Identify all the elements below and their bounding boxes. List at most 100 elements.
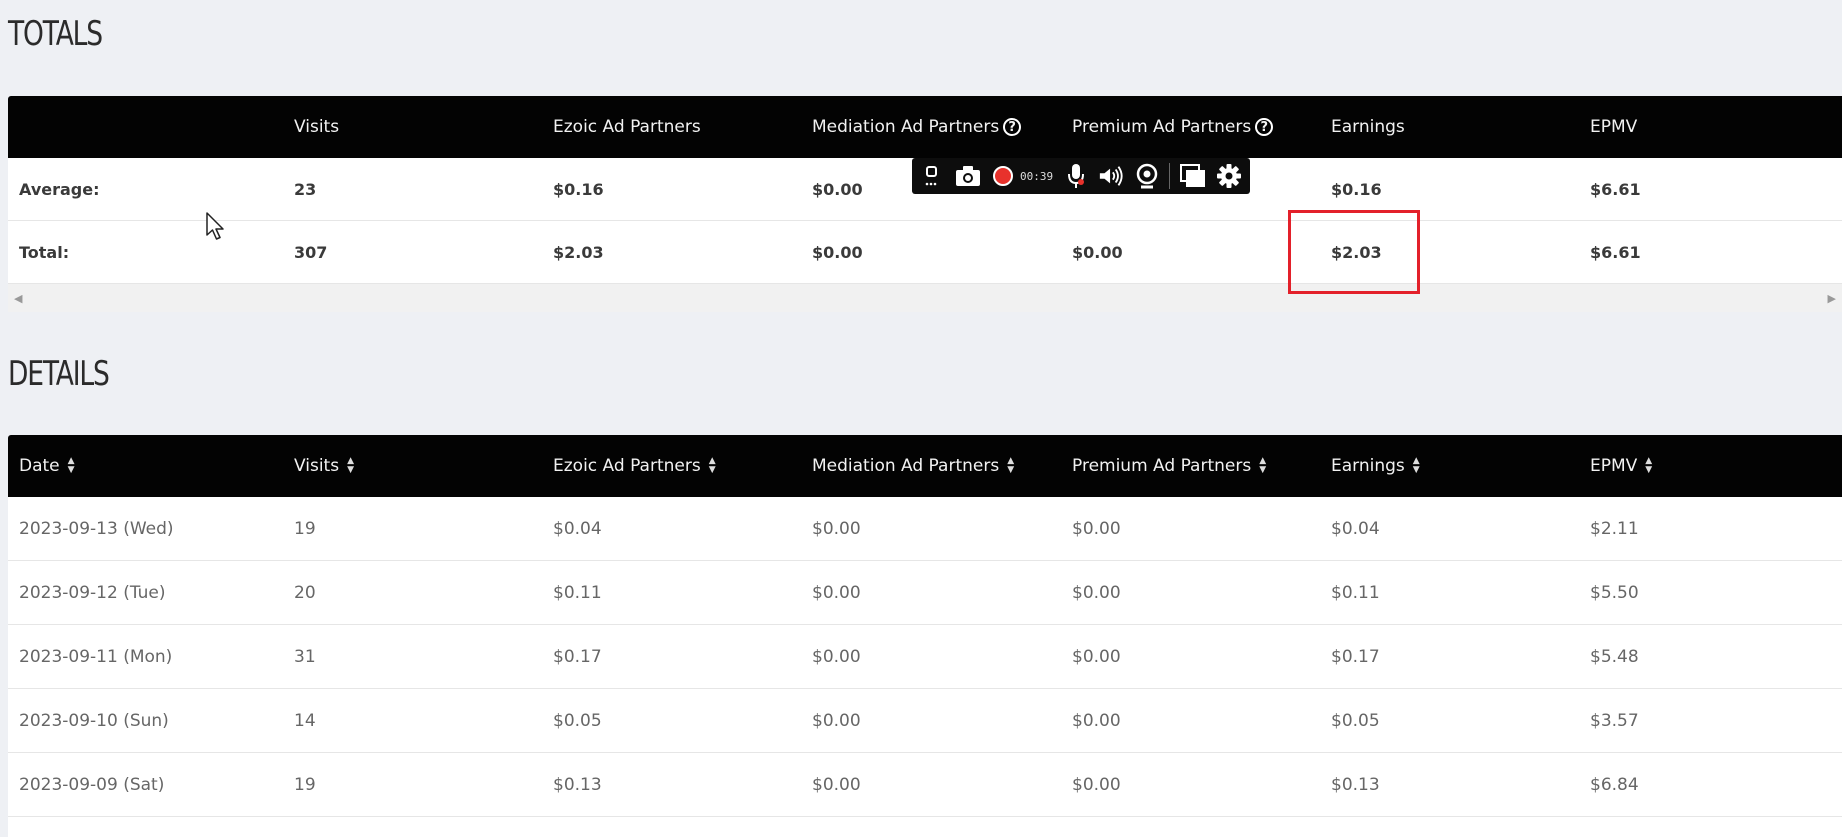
details-header-label: Ezoic Ad Partners xyxy=(553,456,701,476)
sort-icon[interactable]: ▲ ▼ xyxy=(709,457,716,475)
record-icon[interactable] xyxy=(991,163,1016,189)
table-cell: $0.00 xyxy=(1072,518,1121,539)
table-row: 2023-09-11 (Mon) 31 $0.17 $0.00 $0.00 $0… xyxy=(8,625,1842,689)
table-cell: $6.84 xyxy=(1590,774,1639,795)
details-header-label: EPMV xyxy=(1590,456,1638,476)
totals-header-ezoic: Ezoic Ad Partners xyxy=(553,117,701,137)
table-cell: $0.00 xyxy=(812,518,861,539)
totals-row-total: Total: 307 $2.03 $0.00 $0.00 $2.03 $6.61 xyxy=(8,221,1842,284)
details-header-label: Visits xyxy=(294,456,340,476)
table-cell: $0.11 xyxy=(1331,582,1380,603)
table-cell: 14 xyxy=(294,710,316,731)
table-cell: 20 xyxy=(294,582,316,603)
webcam-icon[interactable] xyxy=(1134,163,1159,189)
table-row: 2023-09-09 (Sat) 19 $0.13 $0.00 $0.00 $0… xyxy=(8,753,1842,817)
table-cell: $0.00 xyxy=(812,710,861,731)
sort-icon[interactable]: ▲ ▼ xyxy=(347,457,354,475)
table-cell: $0.05 xyxy=(1331,710,1380,731)
horizontal-scrollbar[interactable]: ◀ ▶ xyxy=(8,284,1842,312)
table-cell: $3.57 xyxy=(1590,710,1639,731)
details-header-label: Earnings xyxy=(1331,456,1405,476)
totals-header-earnings: Earnings xyxy=(1331,117,1405,137)
table-cell: $0.00 xyxy=(1072,646,1121,667)
details-header-mediation[interactable]: Mediation Ad Partners ▲ ▼ xyxy=(812,435,1014,497)
details-header-label: Mediation Ad Partners xyxy=(812,456,1000,476)
highlight-box xyxy=(1288,210,1420,294)
table-cell: 19 xyxy=(294,774,316,795)
details-header-row: Date ▲ ▼ Visits ▲ ▼ Ezoic Ad Partners ▲ ▼ M… xyxy=(8,435,1842,497)
speaker-icon[interactable] xyxy=(1098,163,1124,189)
table-row: 2023-09-13 (Wed) 19 $0.04 $0.00 $0.00 $0… xyxy=(8,497,1842,561)
details-header-date[interactable]: Date ▲ ▼ xyxy=(19,435,75,497)
table-cell: 23 xyxy=(294,179,317,199)
table-cell: $0.05 xyxy=(553,710,602,731)
table-cell: $0.04 xyxy=(553,518,602,539)
sort-icon[interactable]: ▲ ▼ xyxy=(1413,457,1420,475)
table-cell: 2023-09-09 (Sat) xyxy=(19,774,165,795)
sort-icon[interactable]: ▲ ▼ xyxy=(1259,457,1266,475)
window-icon[interactable] xyxy=(1180,163,1206,189)
table-cell: $0.00 xyxy=(1072,710,1121,731)
table-cell: $0.00 xyxy=(1072,582,1121,603)
scroll-left-icon[interactable]: ◀ xyxy=(14,292,22,305)
table-cell: $0.16 xyxy=(553,179,604,199)
details-header-earnings[interactable]: Earnings ▲ ▼ xyxy=(1331,435,1420,497)
totals-header-visits: Visits xyxy=(294,117,340,137)
table-cell: $2.11 xyxy=(1590,518,1639,539)
table-cell: 19 xyxy=(294,518,316,539)
details-header-ezoic[interactable]: Ezoic Ad Partners ▲ ▼ xyxy=(553,435,716,497)
table-cell: 307 xyxy=(294,242,328,262)
details-header-label: Date xyxy=(19,456,60,476)
totals-header-premium-label: Premium Ad Partners xyxy=(1072,117,1252,137)
sort-icon[interactable]: ▲ ▼ xyxy=(1645,457,1652,475)
help-icon[interactable]: ? xyxy=(1255,118,1274,136)
mouse-cursor-icon xyxy=(206,212,224,240)
recording-time: 00:39 xyxy=(1019,169,1054,183)
table-cell: $0.00 xyxy=(1072,774,1121,795)
details-header-label: Premium Ad Partners xyxy=(1072,456,1252,476)
details-table: Date ▲ ▼ Visits ▲ ▼ Ezoic Ad Partners ▲ ▼ M… xyxy=(8,435,1842,837)
details-title: DETAILS xyxy=(8,354,110,394)
table-cell: Total: xyxy=(19,242,70,262)
table-cell: $0.04 xyxy=(1331,518,1380,539)
table-cell: $5.48 xyxy=(1590,646,1639,667)
totals-header-mediation-label: Mediation Ad Partners xyxy=(812,117,1000,137)
sort-icon[interactable]: ▲ ▼ xyxy=(68,457,75,475)
totals-header-premium: Premium Ad Partners ? xyxy=(1072,96,1274,158)
table-cell: $0.17 xyxy=(1331,646,1380,667)
table-cell: $2.03 xyxy=(553,242,604,262)
camera-icon[interactable] xyxy=(955,163,981,189)
totals-title: TOTALS xyxy=(8,14,103,54)
table-cell: $0.11 xyxy=(553,582,602,603)
table-cell: $0.00 xyxy=(812,179,863,199)
totals-header-row: Visits Ezoic Ad Partners Mediation Ad Pa… xyxy=(8,96,1842,158)
table-cell: 2023-09-11 (Mon) xyxy=(19,646,173,667)
recorder-toolbar[interactable]: 00:39 xyxy=(912,158,1250,194)
details-header-premium[interactable]: Premium Ad Partners ▲ ▼ xyxy=(1072,435,1266,497)
table-cell: $0.00 xyxy=(812,646,861,667)
table-row: 2023-09-10 (Sun) 14 $0.05 $0.00 $0.00 $0… xyxy=(8,689,1842,753)
table-row-partial xyxy=(8,817,1842,837)
help-icon[interactable]: ? xyxy=(1003,118,1022,136)
table-cell: $0.17 xyxy=(553,646,602,667)
table-cell: 2023-09-10 (Sun) xyxy=(19,710,169,731)
table-cell: Average: xyxy=(19,179,100,199)
table-cell: 2023-09-12 (Tue) xyxy=(19,582,166,603)
sort-icon[interactable]: ▲ ▼ xyxy=(1007,457,1014,475)
table-row: 2023-09-12 (Tue) 20 $0.11 $0.00 $0.00 $0… xyxy=(8,561,1842,625)
table-cell: $5.50 xyxy=(1590,582,1639,603)
scroll-right-icon[interactable]: ▶ xyxy=(1828,292,1836,305)
table-cell: $0.13 xyxy=(553,774,602,795)
microphone-icon[interactable] xyxy=(1063,163,1088,189)
toolbar-separator xyxy=(1169,163,1171,189)
table-cell: 31 xyxy=(294,646,316,667)
details-header-visits[interactable]: Visits ▲ ▼ xyxy=(294,435,354,497)
details-header-epmv[interactable]: EPMV ▲ ▼ xyxy=(1590,435,1652,497)
totals-header-epmv: EPMV xyxy=(1590,117,1638,137)
table-cell: 2023-09-13 (Wed) xyxy=(19,518,174,539)
totals-header-mediation: Mediation Ad Partners ? xyxy=(812,96,1022,158)
pin-icon[interactable] xyxy=(920,163,945,189)
gear-icon[interactable] xyxy=(1216,163,1242,189)
table-cell: $0.00 xyxy=(812,242,863,262)
table-cell: $0.00 xyxy=(1072,242,1123,262)
